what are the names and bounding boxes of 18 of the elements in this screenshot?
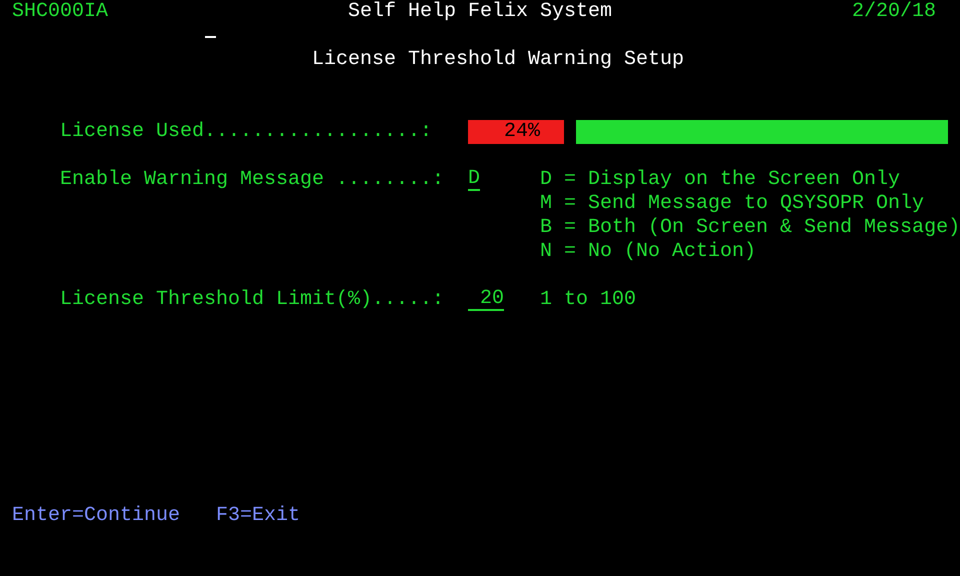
option-description: N = No (No Action) <box>540 240 758 264</box>
cursor-icon <box>204 36 216 38</box>
input-field[interactable]: D <box>468 169 480 191</box>
date: 2/20/18 <box>852 0 938 24</box>
screen-subtitle: License Threshold Warning Setup <box>312 48 684 72</box>
option-description: B = Both (On Screen & Send Message) <box>540 216 960 240</box>
usage-bar-fill: 24% <box>468 120 564 144</box>
function-key[interactable]: Enter=Continue <box>12 504 180 528</box>
screen-title: Self Help Felix System <box>348 0 612 24</box>
input-field[interactable]: 20 <box>468 289 504 311</box>
field-label: License Used..................: <box>60 120 434 144</box>
option-description: D = Display on the Screen Only <box>540 168 902 192</box>
program-id: SHC000IA <box>12 0 108 24</box>
field-label: Enable Warning Message ........: <box>60 168 444 192</box>
function-key[interactable]: F3=Exit <box>216 504 300 528</box>
range-hint: 1 to 100 <box>540 288 638 312</box>
field-label: License Threshold Limit(%).....: <box>60 288 444 312</box>
option-description: M = Send Message to QSYSOPR Only <box>540 192 926 216</box>
